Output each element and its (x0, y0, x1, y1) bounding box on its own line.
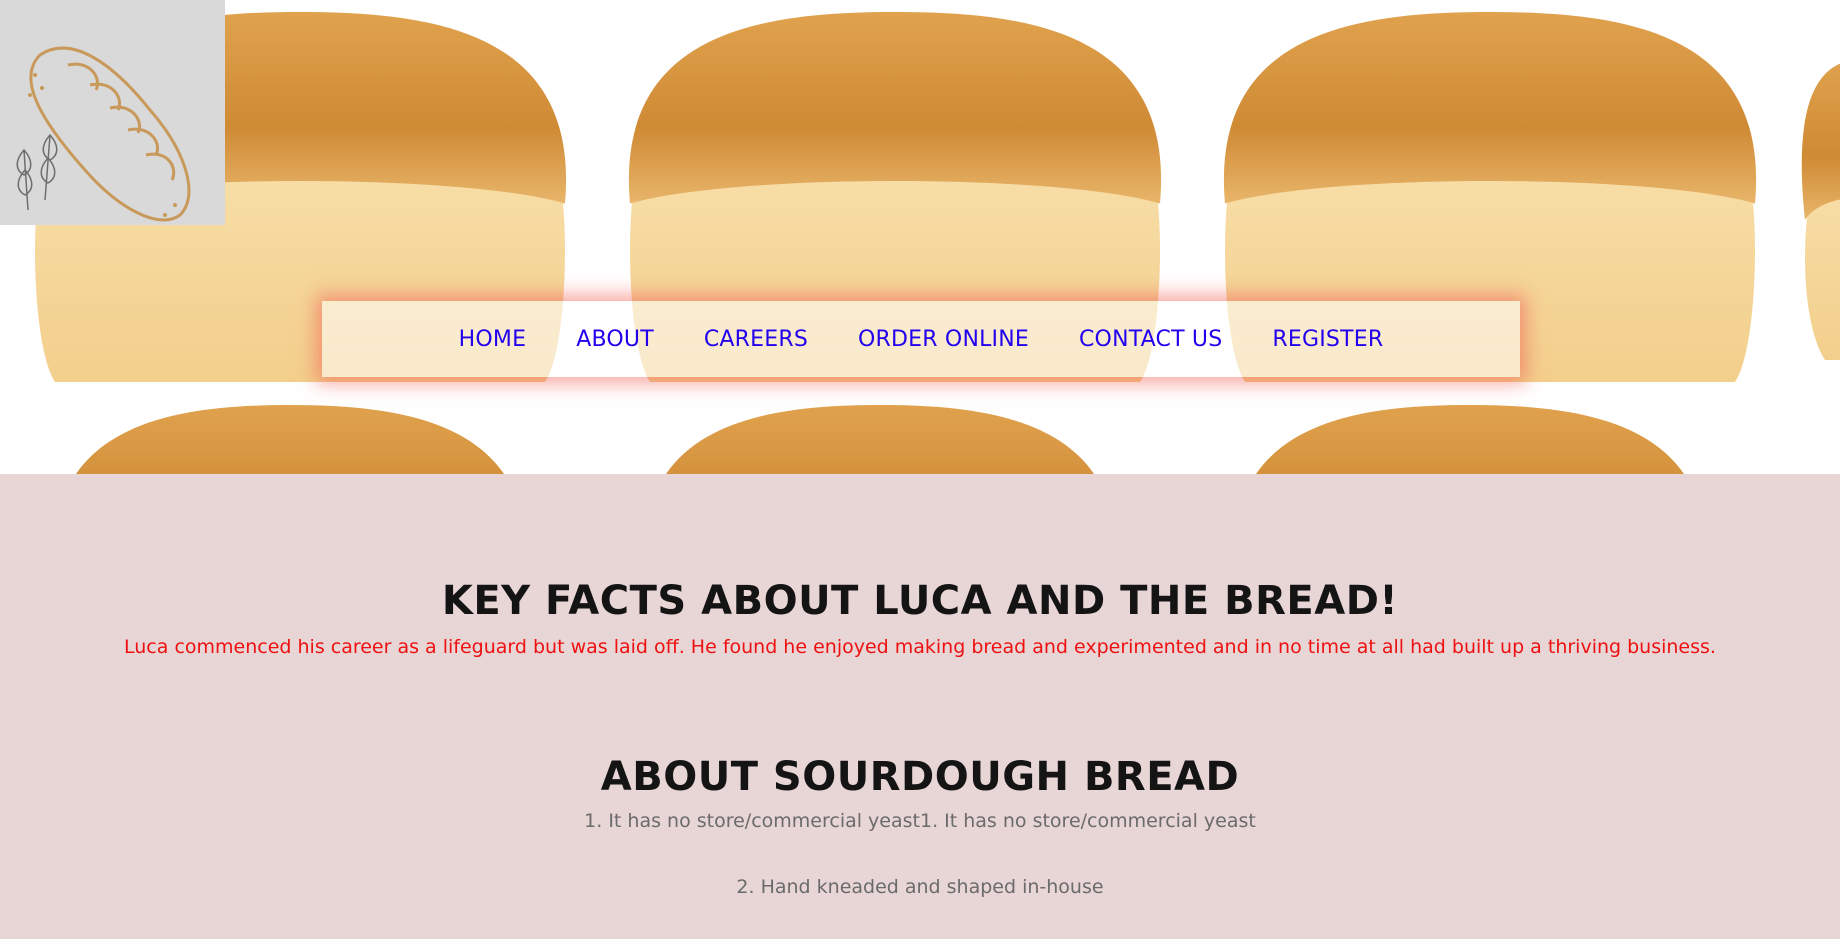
main-content: KEY FACTS ABOUT LUCA AND THE BREAD! Luca… (0, 578, 1840, 898)
luca-intro-text: Luca commenced his career as a lifeguard… (124, 636, 1716, 658)
bread-loaf (666, 405, 1094, 474)
bread-loaf (1801, 63, 1840, 360)
nav-link-home[interactable]: HOME (459, 327, 527, 352)
baguette-with-wheat-icon (16, 46, 191, 222)
bakery-logo[interactable] (0, 0, 225, 225)
sourdough-heading: ABOUT SOURDOUGH BREAD (600, 754, 1240, 800)
nav-link-contact-us[interactable]: CONTACT US (1079, 327, 1222, 352)
hero-banner: HOME ABOUT CAREERS ORDER ONLINE CONTACT … (0, 0, 1840, 474)
main-navigation: HOME ABOUT CAREERS ORDER ONLINE CONTACT … (322, 301, 1520, 377)
bread-loaf (76, 405, 504, 474)
bread-background-image (33, 12, 1840, 474)
key-facts-heading: KEY FACTS ABOUT LUCA AND THE BREAD! (441, 578, 1399, 624)
sourdough-fact-1: 1. It has no store/commercial yeast1. It… (584, 810, 1256, 832)
sourdough-fact-2: 2. Hand kneaded and shaped in-house (736, 876, 1104, 898)
nav-link-careers[interactable]: CAREERS (704, 327, 808, 352)
nav-link-register[interactable]: REGISTER (1272, 327, 1383, 352)
nav-link-about[interactable]: ABOUT (576, 327, 654, 352)
nav-link-order-online[interactable]: ORDER ONLINE (858, 327, 1029, 352)
bread-loaf (1256, 405, 1684, 474)
